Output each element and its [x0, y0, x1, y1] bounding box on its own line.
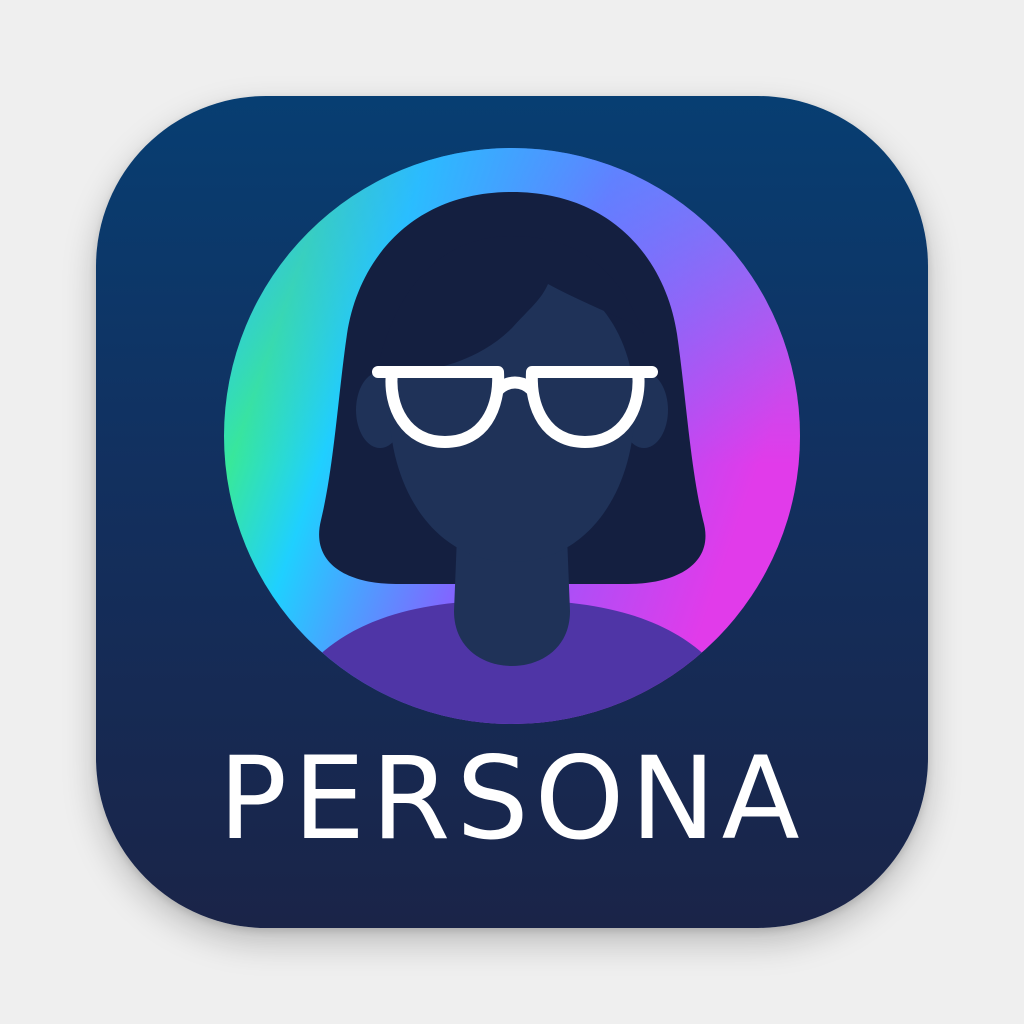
app-icon-tile[interactable]: PERSONA	[96, 96, 928, 928]
app-name-label: PERSONA	[218, 732, 806, 865]
canvas: PERSONA	[0, 0, 1024, 1024]
